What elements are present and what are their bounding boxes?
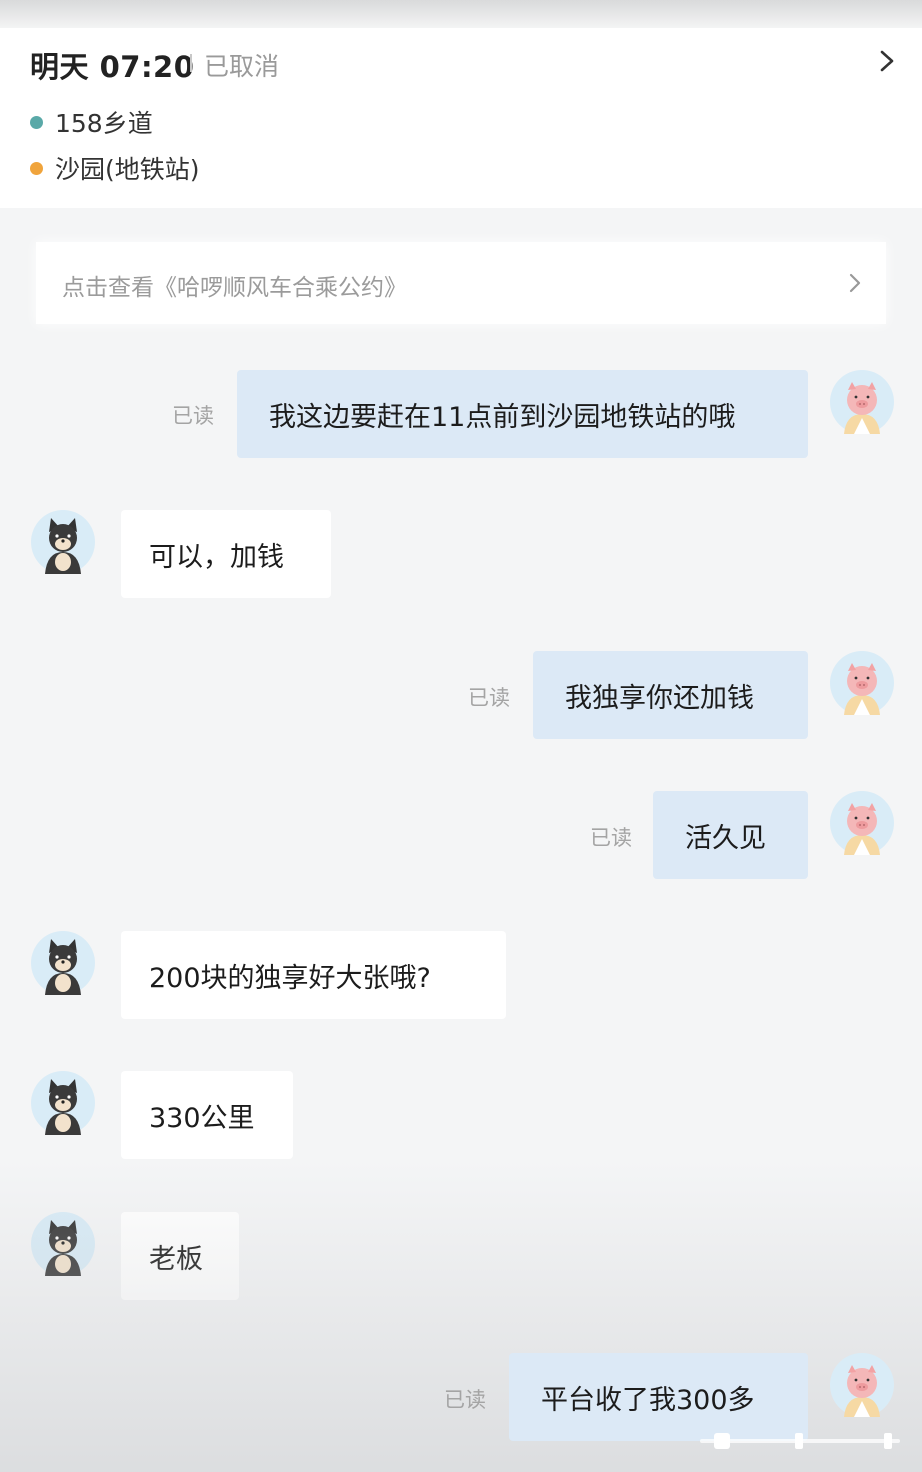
my-avatar[interactable]	[830, 1353, 894, 1417]
message-bubble-received[interactable]: 老板	[121, 1212, 239, 1300]
message-text: 平台收了我300多	[541, 1384, 755, 1416]
shiba-dog-avatar-icon	[31, 931, 95, 995]
message-bubble-sent[interactable]: 平台收了我300多	[509, 1353, 808, 1441]
video-scrubber[interactable]	[700, 1430, 900, 1452]
my-avatar[interactable]	[830, 370, 894, 434]
start-dot-icon	[30, 115, 43, 129]
read-status: 已读	[590, 826, 632, 850]
message-text: 我这边要赶在11点前到沙园地铁站的哦	[269, 401, 736, 433]
pig-avatar-icon	[830, 1353, 894, 1417]
trip-time: 明天 07:20	[30, 50, 195, 84]
message-bubble-received[interactable]: 330公里	[121, 1071, 293, 1159]
driver-avatar[interactable]	[31, 510, 95, 574]
message-text: 330公里	[149, 1102, 255, 1134]
driver-avatar[interactable]	[31, 1071, 95, 1135]
driver-avatar[interactable]	[31, 931, 95, 995]
my-avatar[interactable]	[830, 791, 894, 855]
pig-avatar-icon	[830, 370, 894, 434]
trip-status: 已取消	[204, 52, 280, 81]
my-avatar[interactable]	[830, 651, 894, 715]
chevron-right-icon	[849, 273, 861, 293]
end-location-label: 沙园(地铁站)	[55, 155, 200, 184]
convention-link[interactable]: 点击查看《哈啰顺风车合乘公约》	[36, 242, 886, 324]
message-bubble-sent[interactable]: 我这边要赶在11点前到沙园地铁站的哦	[237, 370, 808, 458]
message-bubble-sent[interactable]: 我独享你还加钱	[533, 651, 808, 739]
message-text: 我独享你还加钱	[565, 682, 754, 714]
message-bubble-received[interactable]: 可以，加钱	[121, 510, 331, 598]
message-text: 200块的独享好大张哦?	[149, 962, 431, 994]
end-location: 沙园(地铁站)	[30, 150, 200, 186]
read-status: 已读	[468, 686, 510, 710]
pig-avatar-icon	[830, 651, 894, 715]
start-location-label: 158乡道	[55, 109, 153, 138]
message-bubble-received[interactable]: 200块的独享好大张哦?	[121, 931, 506, 1019]
start-location: 158乡道	[30, 104, 153, 140]
end-dot-icon	[30, 161, 43, 175]
chevron-right-icon[interactable]	[876, 46, 898, 76]
pig-avatar-icon	[830, 791, 894, 855]
message-text: 可以，加钱	[149, 541, 284, 573]
read-status: 已读	[444, 1388, 486, 1412]
shiba-dog-avatar-icon	[31, 1071, 95, 1135]
message-text: 老板	[149, 1243, 203, 1275]
shiba-dog-avatar-icon	[31, 510, 95, 574]
convention-link-text: 点击查看《哈啰顺风车合乘公约》	[62, 275, 407, 301]
message-text: 活久见	[685, 822, 766, 854]
divider	[190, 54, 192, 72]
driver-avatar[interactable]	[31, 1212, 95, 1276]
read-status: 已读	[172, 404, 214, 428]
shiba-dog-avatar-icon	[31, 1212, 95, 1276]
message-bubble-sent[interactable]: 活久见	[653, 791, 808, 879]
